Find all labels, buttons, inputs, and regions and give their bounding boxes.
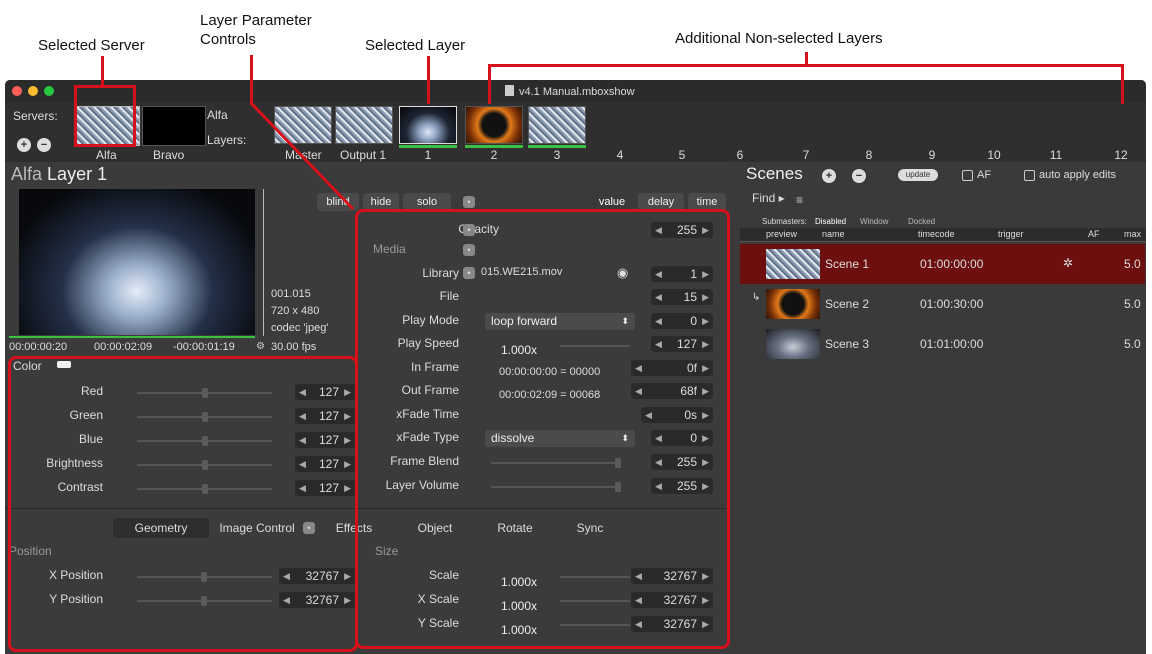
layer-3-thumb[interactable] (528, 106, 586, 144)
playback-progress (9, 336, 255, 338)
remaining-timecode: -00:00:01:19 (173, 341, 235, 353)
scene-3-name: Scene 3 (825, 337, 870, 351)
layer-number-8: 8 (865, 148, 873, 162)
selected-layer-pointer (427, 56, 430, 104)
scene-2-timecode: 01:00:30:00 (920, 297, 984, 311)
find-button[interactable]: Find ▸ (752, 191, 785, 205)
annotation-selected-layer: Selected Layer (365, 37, 466, 54)
server-bravo-thumb[interactable] (142, 106, 206, 146)
fps-info: 30.00 fps (271, 341, 317, 353)
remove-scene-button[interactable]: − (852, 169, 866, 183)
filter-icon[interactable]: ≡ (796, 193, 803, 207)
scene-2-preview (766, 289, 820, 319)
annotation-additional-layers: Additional Non-selected Layers (675, 30, 883, 47)
document-icon (505, 85, 514, 96)
panel-menu-button[interactable]: • (463, 196, 475, 208)
panel-title-layer: Layer 1 (47, 164, 108, 184)
window-title-text: v4.1 Manual.mboxshow (519, 86, 635, 98)
annotation-controls: Controls (200, 31, 256, 48)
remove-server-button[interactable]: − (37, 138, 51, 152)
current-timecode: 00:00:00:20 (9, 341, 68, 353)
server-pointer-line (101, 56, 104, 86)
submaster-window-option[interactable]: Window (860, 217, 888, 226)
scene-1-max: 5.0 (1124, 257, 1141, 271)
col-max[interactable]: max (1124, 229, 1141, 239)
server-alfa-label: Alfa (96, 148, 117, 162)
layer-number-6: 6 (736, 148, 744, 162)
layer-number-4: 4 (616, 148, 624, 162)
layer-number-2: 2 (490, 148, 498, 162)
scene-table-header: preview name timecode trigger AF max (740, 228, 1146, 242)
auto-apply-checkbox[interactable] (1024, 170, 1035, 181)
scene-1-name: Scene 1 (825, 257, 870, 271)
col-preview[interactable]: preview (766, 229, 797, 239)
frame-info: 001.015 (271, 288, 311, 300)
server-layer-strip: Servers: + − Alfa Bravo Alfa Layers: Mas… (5, 102, 1146, 162)
col-af[interactable]: AF (1088, 229, 1100, 239)
layer-number-9: 9 (928, 148, 936, 162)
col-name[interactable]: name (822, 229, 845, 239)
duration-timecode: 00:00:02:09 (94, 341, 153, 353)
scene-3-max: 5.0 (1124, 337, 1141, 351)
layer-1-thumb[interactable] (399, 106, 457, 144)
bracket-left-leg (488, 64, 491, 104)
title-bar: v4.1 Manual.mboxshow (5, 80, 1146, 102)
annotation-selected-server: Selected Server (38, 37, 145, 54)
layer-number-7: 7 (802, 148, 810, 162)
layer-number-11: 11 (1049, 148, 1063, 162)
param-pointer-vertical (250, 55, 253, 105)
window-title: v4.1 Manual.mboxshow (505, 85, 635, 98)
close-window-button[interactable] (12, 86, 22, 96)
codec-info: codec 'jpeg' (271, 322, 329, 334)
table-row[interactable]: ↳ Scene 2 01:00:30:00 5.0 (740, 284, 1145, 324)
scene-2-max: 5.0 (1124, 297, 1141, 311)
servers-label: Servers: (13, 109, 58, 123)
server-bravo-label: Bravo (153, 148, 185, 162)
layers-label: Layers: (207, 133, 247, 147)
af-checkbox[interactable] (962, 170, 973, 181)
submasters-label: Submasters: (762, 217, 807, 226)
scene-1-timecode: 01:00:00:00 (920, 257, 984, 271)
table-row[interactable]: Scene 3 01:01:00:00 5.0 (740, 324, 1145, 364)
scene-2-name: Scene 2 (825, 297, 870, 311)
add-server-button[interactable]: + (17, 138, 31, 152)
col-trigger[interactable]: trigger (998, 229, 1024, 239)
layer-2-thumb[interactable] (465, 106, 523, 144)
resolution-info: 720 x 480 (271, 305, 320, 317)
layer-number-12: 12 (1114, 148, 1128, 162)
scene-3-timecode: 01:01:00:00 (920, 337, 984, 351)
scene-1-gear-icon[interactable]: ✲ (1063, 256, 1073, 270)
table-row[interactable]: Scene 1 01:00:00:00 ✲ 5.0 (740, 244, 1145, 284)
add-scene-button[interactable]: + (822, 169, 836, 183)
param-box-right (355, 209, 730, 649)
layer-number-10: 10 (987, 148, 1001, 162)
param-box-left (8, 356, 358, 652)
layer-number-5: 5 (678, 148, 686, 162)
zoom-window-button[interactable] (44, 86, 54, 96)
panel-title-server: Alfa (11, 164, 43, 184)
layer-number-1: 1 (424, 148, 432, 162)
scenes-panel: Scenes + − update AF auto apply edits Fi… (740, 162, 1146, 654)
auto-apply-label: auto apply edits (1039, 169, 1117, 181)
col-timecode[interactable]: timecode (918, 229, 955, 239)
af-label: AF (977, 169, 992, 181)
timecode-options-icon[interactable]: ⚙ (256, 341, 265, 352)
panel-title: Alfa Layer 1 (11, 164, 107, 185)
video-preview (19, 189, 255, 335)
scene-1-preview (766, 249, 820, 279)
scene-2-link-icon: ↳ (752, 292, 761, 303)
layer-number-3: 3 (553, 148, 561, 162)
bracket-center-tick (805, 52, 808, 66)
param-pointer-diagonal (249, 101, 355, 211)
bracket-right-leg (1121, 64, 1124, 104)
scene-3-preview (766, 329, 820, 359)
selected-server-highlight (74, 85, 136, 147)
current-server-name: Alfa (207, 108, 228, 122)
update-button[interactable]: update (898, 169, 938, 181)
submaster-disabled-option[interactable]: Disabled (815, 217, 846, 226)
annotation-layer-parameter: Layer Parameter (200, 12, 312, 29)
scenes-title: Scenes (746, 164, 803, 183)
minimize-window-button[interactable] (28, 86, 38, 96)
submaster-docked-option[interactable]: Docked (908, 217, 935, 226)
